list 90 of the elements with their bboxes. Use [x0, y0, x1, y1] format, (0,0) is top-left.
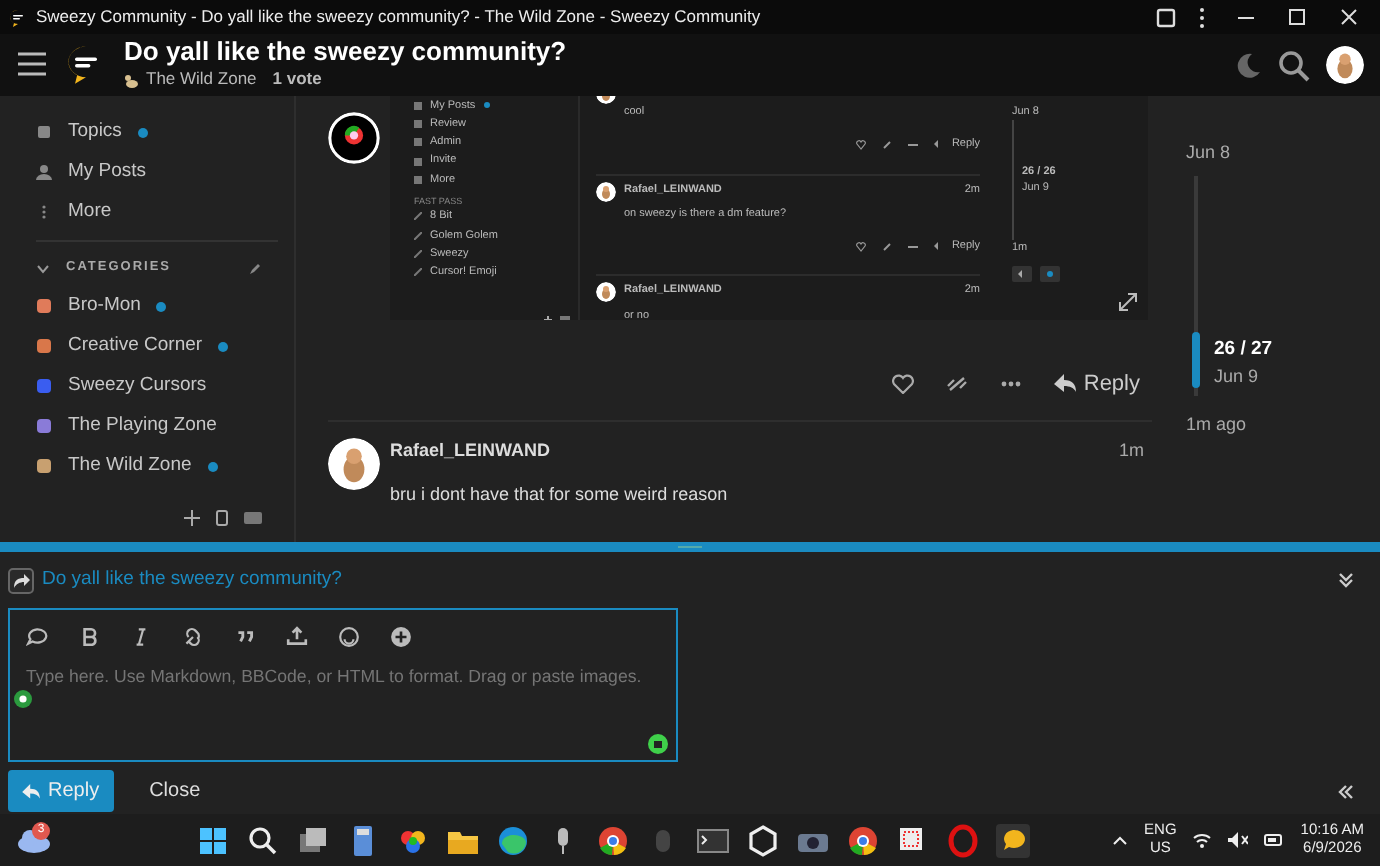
phone-icon[interactable] [216, 510, 228, 526]
link-icon [414, 231, 422, 240]
timeline-position: 26 / 27 [1214, 335, 1273, 363]
close-button[interactable]: Close [137, 774, 1320, 808]
topic-link[interactable]: Do yall like the sweezy community? [42, 565, 1328, 595]
extension-icon[interactable] [1152, 3, 1180, 31]
speech-bubble-icon[interactable] [26, 626, 48, 648]
more-icon [907, 139, 918, 150]
bell-icon [1040, 265, 1060, 281]
link-icon [881, 139, 892, 150]
chat-icon[interactable] [995, 823, 1030, 857]
reply-icon [933, 139, 944, 150]
user-icon [36, 164, 52, 180]
share-icon[interactable] [8, 567, 34, 593]
timeline-handle[interactable] [1192, 331, 1200, 387]
chevron-up-icon[interactable] [1112, 834, 1129, 846]
link-icon [881, 241, 892, 252]
author-name[interactable]: Rafael_LEINWAND [390, 438, 551, 465]
category-item[interactable]: Creative Corner [36, 326, 294, 366]
reply-icon [22, 783, 40, 799]
reply-icon [933, 241, 944, 252]
quote-icon[interactable] [234, 626, 256, 648]
reply-button[interactable]: Reply [1053, 367, 1140, 401]
bullet-icon [414, 175, 422, 184]
bold-icon[interactable] [78, 626, 100, 648]
ring-icon[interactable] [945, 823, 980, 857]
heart-icon [855, 241, 866, 252]
bullet-icon [414, 101, 422, 110]
upload-icon[interactable] [286, 626, 308, 648]
reply-icon [1053, 374, 1076, 394]
bullet-icon [414, 157, 422, 166]
search-icon[interactable] [245, 823, 280, 857]
more-icon [907, 241, 918, 252]
emoji-icon[interactable] [338, 626, 360, 648]
browser-icon[interactable] [845, 823, 880, 857]
vote-count: 1 vote [272, 66, 322, 93]
avatar[interactable] [328, 112, 380, 164]
avatar[interactable] [328, 438, 380, 490]
wifi-icon[interactable] [1192, 832, 1213, 848]
collapse-icon[interactable] [1336, 570, 1356, 590]
plus-icon[interactable] [390, 626, 412, 648]
keyboard-icon [560, 315, 570, 320]
volume-icon[interactable] [1228, 832, 1249, 848]
sidebar-item[interactable]: Topics [36, 112, 294, 152]
browser-icon[interactable] [595, 823, 630, 857]
link-icon[interactable] [945, 374, 968, 394]
window-title: Sweezy Community - Do yall like the sweezy community? - The Wild Zone - Sweezy Community [36, 4, 763, 30]
timeline-date: 1m ago [1186, 411, 1249, 438]
category-item[interactable]: The Wild Zone [36, 446, 294, 486]
bullet-icon [414, 138, 422, 147]
sidebar-item[interactable]: My Posts [36, 152, 294, 192]
bullet-icon [414, 119, 422, 128]
expand-icon[interactable] [1118, 292, 1138, 312]
post-time: 1m [1118, 438, 1144, 464]
editor-box[interactable]: Type here. Use Markdown, BBCode, or HTML to format. Drag or paste images. [8, 608, 678, 762]
category-item[interactable]: Sweezy Cursors [36, 366, 294, 406]
category-link[interactable]: The Wild Zone [146, 66, 257, 93]
duck-icon [124, 71, 138, 88]
cube-icon[interactable] [745, 823, 780, 857]
category-item[interactable]: The Playing Zone [36, 406, 294, 446]
plus-icon[interactable] [184, 510, 200, 526]
browser-icon[interactable] [495, 823, 530, 857]
post-text: bru i dont have that for some weird reason [390, 481, 730, 507]
more-icon[interactable] [999, 380, 1022, 388]
category-item[interactable]: Bro-Mon [36, 286, 294, 326]
battery-icon[interactable] [1264, 832, 1285, 848]
resize-handle[interactable] [0, 542, 1380, 552]
timeline-date: Jun 8 [1186, 140, 1233, 166]
chevron-down-icon[interactable] [36, 261, 50, 275]
avatar[interactable] [596, 282, 616, 303]
pencil-icon[interactable] [248, 261, 262, 275]
moon-icon[interactable] [1234, 51, 1262, 79]
expand-icon[interactable] [1336, 781, 1356, 801]
link-icon[interactable] [182, 626, 204, 648]
text-input[interactable]: Type here. Use Markdown, BBCode, or HTML to format. Drag or paste images. [26, 664, 682, 691]
stack-icon [36, 124, 52, 140]
link-icon [414, 212, 422, 221]
reply-icon [1012, 265, 1032, 281]
search-icon[interactable] [1278, 49, 1310, 81]
heart-icon[interactable] [891, 374, 914, 394]
user-avatar[interactable] [1326, 46, 1364, 84]
timeline-date: Jun 9 [1214, 363, 1261, 390]
topic-title: Do yall like the sweezy community? [124, 37, 567, 67]
terminal-icon[interactable] [695, 823, 730, 857]
menu-icon[interactable] [16, 50, 48, 79]
sidebar-item[interactable]: More [36, 192, 294, 232]
heart-icon [855, 139, 866, 150]
task-view-icon[interactable] [295, 823, 330, 857]
windows-start-icon[interactable] [195, 823, 230, 857]
avatar[interactable] [596, 181, 616, 201]
